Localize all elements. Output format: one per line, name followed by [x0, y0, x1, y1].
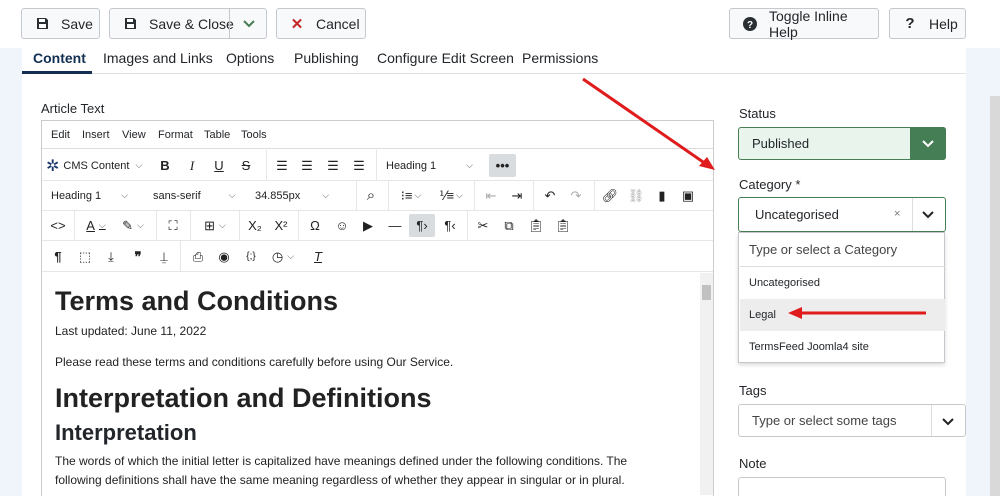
annotation-arrow-category	[582, 77, 707, 166]
annotation-arrows	[582, 77, 926, 319]
annotation-arrowhead	[699, 157, 715, 170]
annotation-arrowhead	[788, 307, 802, 319]
